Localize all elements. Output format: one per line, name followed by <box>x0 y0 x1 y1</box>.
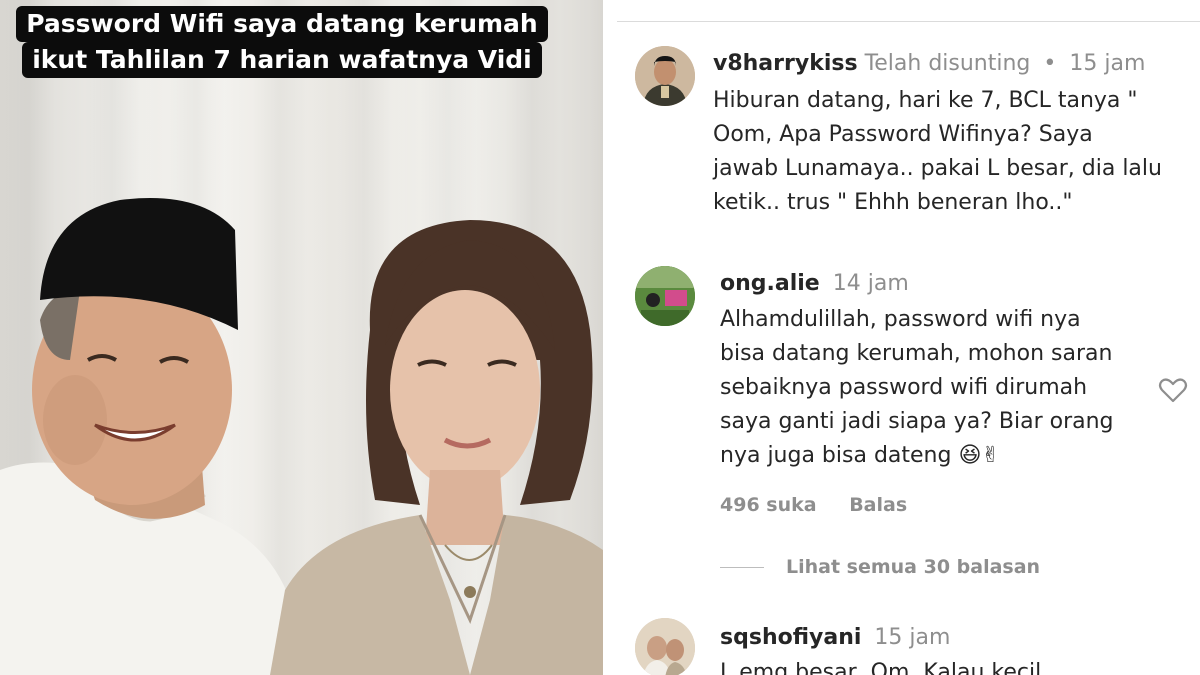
avatar-image <box>635 618 695 675</box>
comment-text: Alhamdulillah, password wifi nya bisa da… <box>720 307 1114 468</box>
view-replies-label: Lihat semua 30 balasan <box>786 556 1041 578</box>
comment-header: sqshofiyani 15 jam <box>720 624 950 652</box>
photo-caption: Password Wifi saya datang kerumah ikut T… <box>12 6 552 78</box>
comment-header: v8harrykiss Telah disunting • 15 jam <box>713 50 1145 78</box>
comments-panel[interactable]: v8harrykiss Telah disunting • 15 jam Hib… <box>617 0 1200 675</box>
reply-button[interactable]: Balas <box>849 494 907 516</box>
post-photo: Password Wifi saya datang kerumah ikut T… <box>0 0 603 675</box>
comment-time[interactable]: 14 jam <box>833 271 909 296</box>
avatar[interactable] <box>635 266 695 326</box>
view-replies-button[interactable]: Lihat semua 30 balasan <box>720 556 1040 578</box>
edited-label: Telah disunting <box>864 51 1031 76</box>
meta-separator: • <box>1043 51 1057 76</box>
avatar-image <box>635 266 695 326</box>
heart-outline-icon[interactable] <box>1158 376 1188 408</box>
comment-time[interactable]: 15 jam <box>874 625 950 650</box>
comment-username[interactable]: v8harrykiss <box>713 51 858 76</box>
comment-username[interactable]: sqshofiyani <box>720 625 861 650</box>
comment-actions: 496 suka Balas <box>720 494 933 516</box>
comment-time[interactable]: 15 jam <box>1069 51 1145 76</box>
avatar[interactable] <box>635 46 695 106</box>
panel-top-divider <box>617 21 1200 22</box>
avatar-image <box>635 46 695 106</box>
comment-text: Hiburan datang, hari ke 7, BCL tanya " O… <box>713 88 1162 215</box>
comment-text: L emg besar, Om. Kalau kecil <box>720 660 1042 675</box>
avatar[interactable] <box>635 618 695 675</box>
comment-username[interactable]: ong.alie <box>720 271 820 296</box>
heart-icon-svg <box>1158 378 1188 403</box>
caption-line-2: ikut Tahlilan 7 harian wafatnya Vidi <box>22 42 542 78</box>
caption-line-1: Password Wifi saya datang kerumah <box>16 6 548 42</box>
likes-count[interactable]: 496 suka <box>720 494 817 516</box>
comment-header: ong.alie 14 jam <box>720 270 909 298</box>
panel-gap <box>603 0 617 675</box>
photo-people-illustration <box>0 198 603 675</box>
replies-line <box>720 567 764 568</box>
